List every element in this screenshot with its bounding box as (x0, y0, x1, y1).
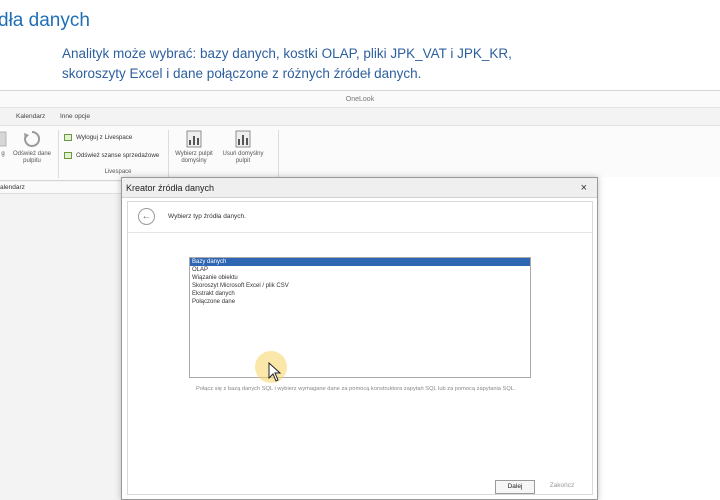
back-arrow-icon[interactable]: ← (138, 208, 155, 225)
list-item-data-extract[interactable]: Ekstrakt danych (190, 290, 530, 298)
refresh-sales-label: Odśwież szanse sprzedażowe (76, 152, 160, 159)
step-label: Wybierz typ źródła danych. (168, 213, 246, 220)
menu-item-other-options[interactable]: Inne opcje (60, 113, 90, 120)
logout-livespace-label: Wyloguj z Livespace (76, 134, 133, 141)
list-item-excel-csv[interactable]: Skoroszyt Microsoft Excel / plik CSV (190, 282, 530, 290)
finish-button[interactable]: Zakończ (542, 480, 582, 494)
option-description: Połącz się z bazą danych SQL i wybierz w… (196, 386, 516, 392)
ribbon-separator (278, 130, 279, 178)
refresh-dashboard-label: Odśwież dane pulpitu (12, 151, 52, 164)
ribbon: g Odśwież dane pulpitu Wyloguj z Livespa… (0, 125, 720, 181)
slide-text-line-1: Analityk może wybrać: bazy danych, kostk… (62, 46, 512, 61)
choose-default-dashboard-button[interactable]: Wybierz pulpit domyślny (172, 130, 216, 165)
list-item-combined-data[interactable]: Połączone dane (190, 298, 530, 306)
gear-icon (0, 131, 7, 147)
livespace-icon (64, 134, 72, 141)
list-item-object-binding[interactable]: Wiązanie obiektu (190, 274, 530, 282)
menu-item-calendar[interactable]: Kalendarz (16, 113, 45, 120)
logout-livespace-button[interactable]: Wyloguj z Livespace (64, 134, 132, 141)
refresh-sales-button[interactable]: Odśwież szanse sprzedażowe (64, 152, 159, 159)
list-item-databases[interactable]: Bazy danych (190, 258, 530, 266)
ribbon-partial-button[interactable]: g (0, 130, 10, 158)
chart-icon (186, 130, 202, 148)
calendar-panel-label: alendarz (0, 184, 25, 191)
livespace-icon (64, 152, 72, 159)
list-item-olap[interactable]: OLAP (190, 266, 530, 274)
refresh-icon (24, 130, 41, 147)
dialog-title: Kreator źródła danych (126, 183, 215, 193)
refresh-dashboard-button[interactable]: Odśwież dane pulpitu (10, 130, 54, 165)
remove-default-label: Usuń domyślny pulpit (222, 151, 264, 164)
ribbon-partial-label: g (1, 151, 5, 157)
background-area (598, 177, 720, 500)
dialog-body: ← Wybierz typ źródła danych. Bazy danych… (127, 201, 593, 495)
chart-remove-icon (235, 130, 251, 148)
ribbon-separator (58, 130, 59, 178)
header-divider (128, 232, 592, 233)
slide-description: Analityk może wybrać: bazy danych, kostk… (62, 44, 512, 84)
mouse-cursor-icon (268, 362, 282, 382)
menu-bar: Kalendarz Inne opcje (0, 113, 720, 125)
dialog-titlebar: Kreator źródła danych × (122, 178, 597, 198)
close-icon[interactable]: × (581, 178, 587, 198)
livespace-group-label: Livespace (104, 169, 132, 175)
ribbon-separator (168, 130, 169, 178)
app-title: OneLook (0, 91, 720, 108)
data-source-type-list[interactable]: Bazy danych OLAP Wiązanie obiektu Skoros… (189, 257, 531, 378)
next-button[interactable]: Dalej (495, 480, 535, 494)
slide-text-line-2: skoroszyty Excel i dane połączone z różn… (62, 66, 422, 81)
data-source-wizard-dialog: Kreator źródła danych × ← Wybierz typ źr… (121, 177, 598, 500)
remove-default-dashboard-button[interactable]: Usuń domyślny pulpit (220, 130, 266, 165)
slide-title: dła danych (0, 10, 90, 31)
choose-default-label: Wybierz pulpit domyślny (175, 151, 213, 164)
